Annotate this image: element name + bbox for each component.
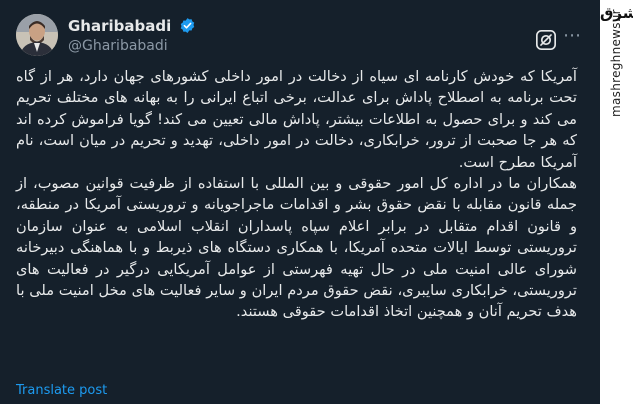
handle[interactable]: @Gharibabadi [68, 38, 196, 54]
verified-badge-icon [181, 18, 195, 33]
author-names: Gharibabadi @Gharibabadi [68, 15, 196, 54]
grok-icon[interactable] [535, 29, 557, 51]
post-paragraph: همکاران ما در اداره کل امور حقوقی و بین … [16, 175, 577, 321]
avatar-image [16, 14, 58, 56]
post-text: آمریکا که خودش کارنامه ای سیاه از دخالت … [16, 66, 577, 323]
more-icon[interactable]: ⋯ [563, 25, 582, 46]
translate-post-link[interactable]: Translate post [16, 383, 107, 398]
watermark-url: mashreghnews.ir [609, 9, 623, 117]
watermark-strip: مشرق mashreghnews.ir [600, 0, 633, 404]
display-name[interactable]: Gharibabadi [68, 17, 171, 35]
post-header: Gharibabadi @Gharibabadi ⋯ [16, 11, 581, 61]
post-paragraph: آمریکا که خودش کارنامه ای سیاه از دخالت … [16, 68, 577, 171]
avatar[interactable] [16, 14, 58, 56]
